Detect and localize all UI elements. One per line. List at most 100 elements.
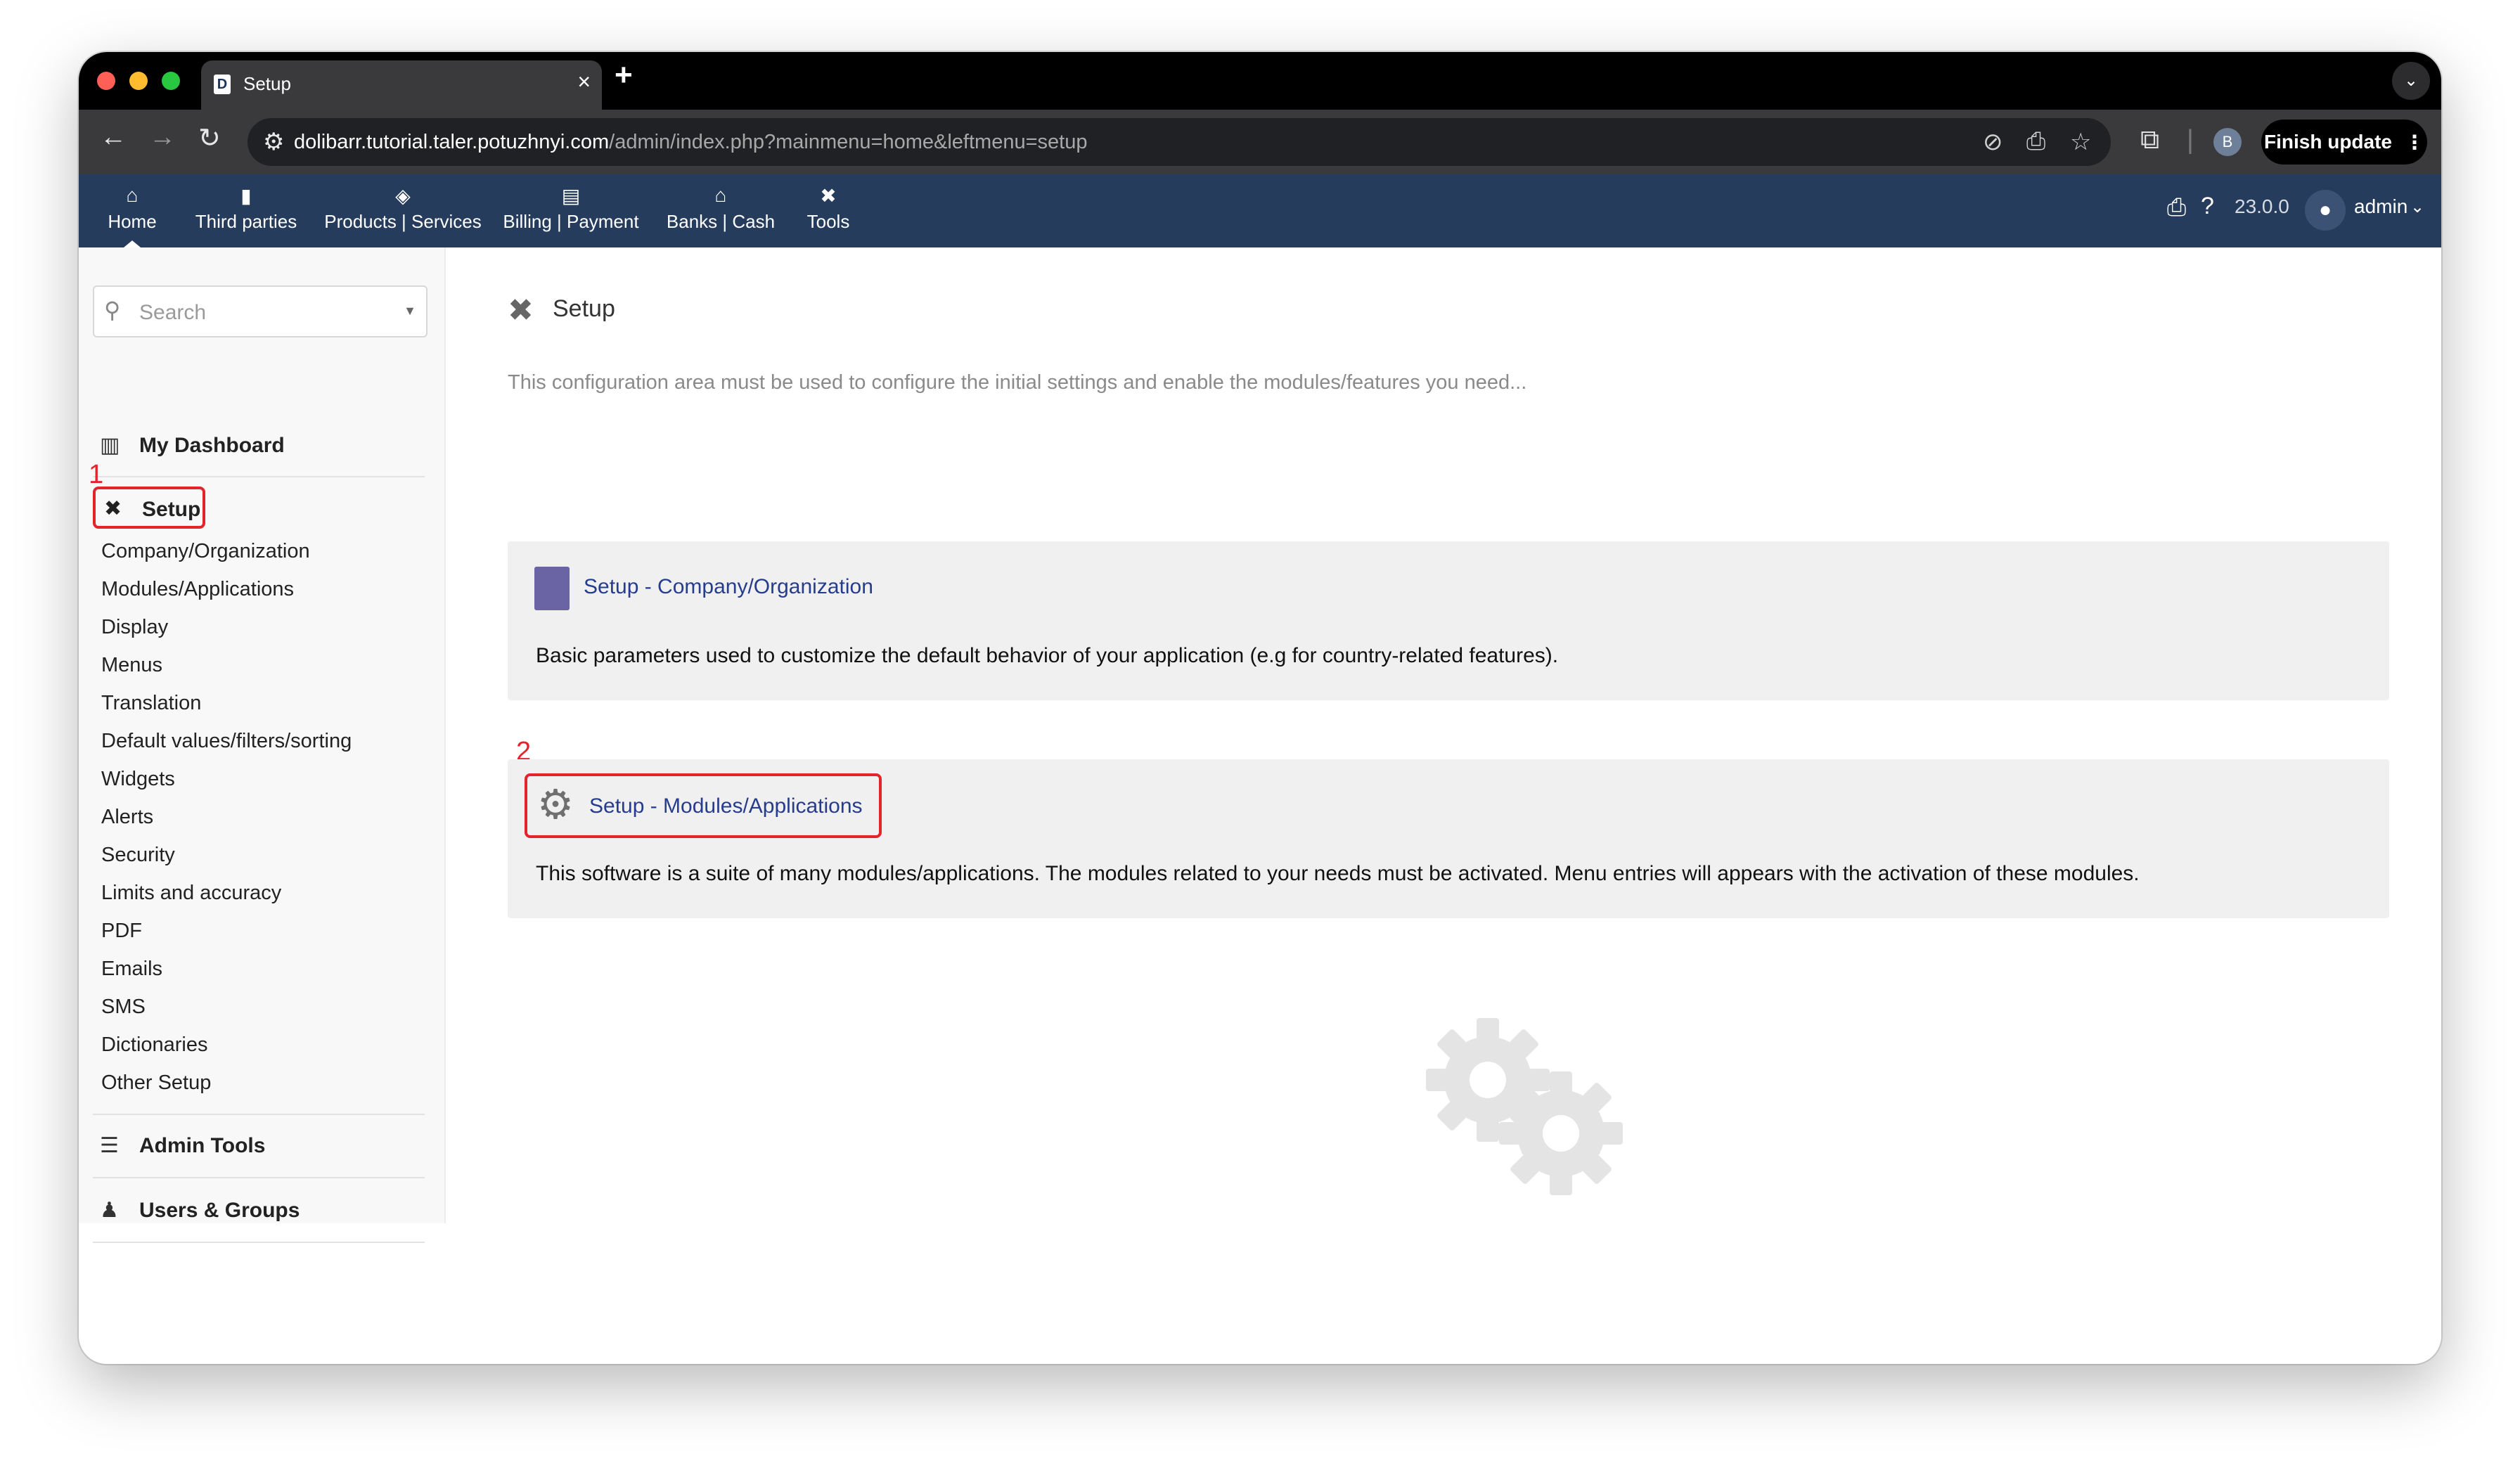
toolbar-divider: | <box>2187 125 2194 155</box>
dolibarr-favicon-icon: D <box>214 75 231 94</box>
install-app-icon[interactable]: ⎙ <box>2026 128 2045 155</box>
sidebar-users-groups[interactable]: ♟ Users & Groups <box>100 1198 300 1223</box>
sidebar-divider <box>93 1114 425 1115</box>
search-dropdown-icon[interactable]: ▼ <box>404 304 416 318</box>
sidebar-item-default-values[interactable]: Default values/filters/sorting <box>101 730 352 753</box>
sidebar-divider <box>93 1242 425 1243</box>
gear-icon: ⚙ <box>537 782 574 828</box>
minimize-window-button[interactable] <box>129 72 148 90</box>
top-menu-bar: ⌂ Home ▮ Third parties ◈ Products | Serv… <box>79 174 2441 247</box>
top-menu-label: Home <box>108 211 157 232</box>
sidebar-divider <box>93 476 425 477</box>
left-sidebar: ⚲ Search ▼ ▥ My Dashboard 1 ✖ Setup Compa… <box>79 247 446 1243</box>
sidebar-item-other-setup[interactable]: Other Setup <box>101 1071 211 1095</box>
top-menu-label: Tools <box>806 211 850 232</box>
top-menu-tools[interactable]: ✖ Tools <box>795 174 862 247</box>
top-menu-billing-payment[interactable]: ▤ Billing | Payment <box>498 174 644 247</box>
user-dropdown-chevron-icon[interactable]: ⌄ <box>2410 197 2424 217</box>
sidebar-divider <box>93 1177 425 1178</box>
sidebar-setup-highlighted[interactable]: ✖ Setup <box>93 487 205 529</box>
sidebar-item-alerts[interactable]: Alerts <box>101 806 153 829</box>
top-menu-products-services[interactable]: ◈ Products | Services <box>322 174 484 247</box>
setup-modules-highlighted[interactable]: ⚙ Setup - Modules/Applications <box>525 773 882 838</box>
main-content: ✖ Setup This configuration area must be … <box>446 247 2441 1364</box>
url-domain: dolibarr.tutorial.taler.potuzhnyi.com <box>294 131 610 153</box>
new-tab-button[interactable]: + <box>615 58 633 93</box>
sidebar-item-sms[interactable]: SMS <box>101 996 146 1019</box>
building-icon: ▮ <box>240 185 252 207</box>
sidebar-admin-tools[interactable]: ☰ Admin Tools <box>100 1133 265 1158</box>
page-description: This configuration area must be used to … <box>508 371 1527 394</box>
finish-update-label: Finish update <box>2264 131 2392 153</box>
top-menu-banks-cash[interactable]: ⌂ Banks | Cash <box>658 174 783 247</box>
user-name[interactable]: admin <box>2354 195 2408 218</box>
sidebar-item-widgets[interactable]: Widgets <box>101 768 175 791</box>
sidebar-setup-label: Setup <box>142 498 201 521</box>
bank-icon: ⌂ <box>714 184 727 206</box>
list-icon: ☰ <box>100 1134 119 1157</box>
tab-search-chevron-icon[interactable]: ⌄ <box>2392 62 2430 100</box>
top-menu-label: Third parties <box>195 211 297 232</box>
page-title: Setup <box>553 295 615 322</box>
tools-icon: ✖ <box>820 185 837 207</box>
top-menu-home[interactable]: ⌂ Home <box>100 174 165 247</box>
sidebar-item-pdf[interactable]: PDF <box>101 920 142 943</box>
user-icon: ♟ <box>100 1199 119 1222</box>
close-window-button[interactable] <box>97 72 115 90</box>
user-avatar-icon[interactable]: ● <box>2305 190 2346 231</box>
sidebar-item-limits-accuracy[interactable]: Limits and accuracy <box>101 882 281 905</box>
back-arrow-icon[interactable]: ← <box>100 122 127 153</box>
reload-icon[interactable]: ↻ <box>198 122 221 154</box>
home-icon: ⌂ <box>126 184 139 206</box>
more-vertical-icon: ⋮ <box>2405 131 2424 153</box>
building-icon <box>534 567 570 610</box>
tools-icon: ✖ <box>104 497 122 520</box>
extensions-puzzle-icon[interactable]: ⧉ <box>2140 125 2159 155</box>
sidebar-item-dictionaries[interactable]: Dictionaries <box>101 1034 208 1057</box>
sidebar-item-display[interactable]: Display <box>101 616 168 639</box>
sidebar-item-emails[interactable]: Emails <box>101 958 162 981</box>
sidebar-item-menus[interactable]: Menus <box>101 654 162 677</box>
sidebar-admin-tools-label: Admin Tools <box>139 1134 266 1157</box>
sidebar-my-dashboard[interactable]: ▥ My Dashboard <box>100 433 285 458</box>
finish-update-button[interactable]: Finish update ⋮ <box>2261 120 2427 165</box>
tab-strip: D Setup × + ⌄ <box>79 52 2441 110</box>
help-icon[interactable]: ? <box>2201 193 2214 220</box>
search-icon: ⚲ <box>104 297 121 323</box>
gears-illustration-icon <box>1426 1018 1623 1195</box>
sidebar-users-groups-label: Users & Groups <box>139 1199 300 1222</box>
sidebar-item-security[interactable]: Security <box>101 844 175 867</box>
sidebar-item-translation[interactable]: Translation <box>101 692 201 715</box>
site-info-icon[interactable]: ⚙ <box>263 128 284 156</box>
address-bar[interactable]: ⚙ dolibarr.tutorial.taler.potuzhnyi.com/… <box>248 118 2111 166</box>
forward-arrow-icon[interactable]: → <box>149 122 176 153</box>
top-menu-third-parties[interactable]: ▮ Third parties <box>184 174 308 247</box>
cube-icon: ◈ <box>395 185 411 207</box>
search-input[interactable]: ⚲ Search ▼ <box>93 285 428 337</box>
setup-company-card: Setup - Company/Organization Basic param… <box>508 541 2389 700</box>
profile-avatar[interactable]: B <box>2213 128 2242 156</box>
setup-tools-icon: ✖ <box>508 293 534 328</box>
invoice-icon: ▤ <box>561 185 581 207</box>
bookmark-star-icon[interactable]: ☆ <box>2070 128 2091 156</box>
sidebar-item-modules-applications[interactable]: Modules/Applications <box>101 578 294 601</box>
tab-close-icon[interactable]: × <box>577 69 591 95</box>
maximize-window-button[interactable] <box>162 72 180 90</box>
browser-window: D Setup × + ⌄ ← → ↻ ⚙ dolibarr.tutorial.… <box>79 52 2441 1364</box>
print-icon[interactable]: ⎙ <box>2167 194 2186 221</box>
setup-modules-link[interactable]: Setup - Modules/Applications <box>589 794 863 818</box>
eye-off-icon[interactable]: ⊘ <box>1983 128 2003 156</box>
tab-title: Setup <box>243 73 291 94</box>
version-label: 23.0.0 <box>2235 195 2289 217</box>
url-path: /admin/index.php?mainmenu=home&leftmenu=… <box>609 131 1088 153</box>
top-menu-label: Banks | Cash <box>666 211 776 232</box>
top-menu-label: Products | Services <box>324 211 482 232</box>
chart-icon: ▥ <box>100 434 120 457</box>
browser-tab[interactable]: D Setup × <box>201 60 602 110</box>
setup-modules-card: ⚙ Setup - Modules/Applications This soft… <box>508 759 2389 918</box>
setup-company-description: Basic parameters used to customize the d… <box>536 644 1559 667</box>
url-text[interactable]: dolibarr.tutorial.taler.potuzhnyi.com/ad… <box>294 131 1087 154</box>
sidebar-dashboard-label: My Dashboard <box>139 434 285 457</box>
setup-company-link[interactable]: Setup - Company/Organization <box>584 575 873 599</box>
sidebar-item-company-organization[interactable]: Company/Organization <box>101 540 310 563</box>
